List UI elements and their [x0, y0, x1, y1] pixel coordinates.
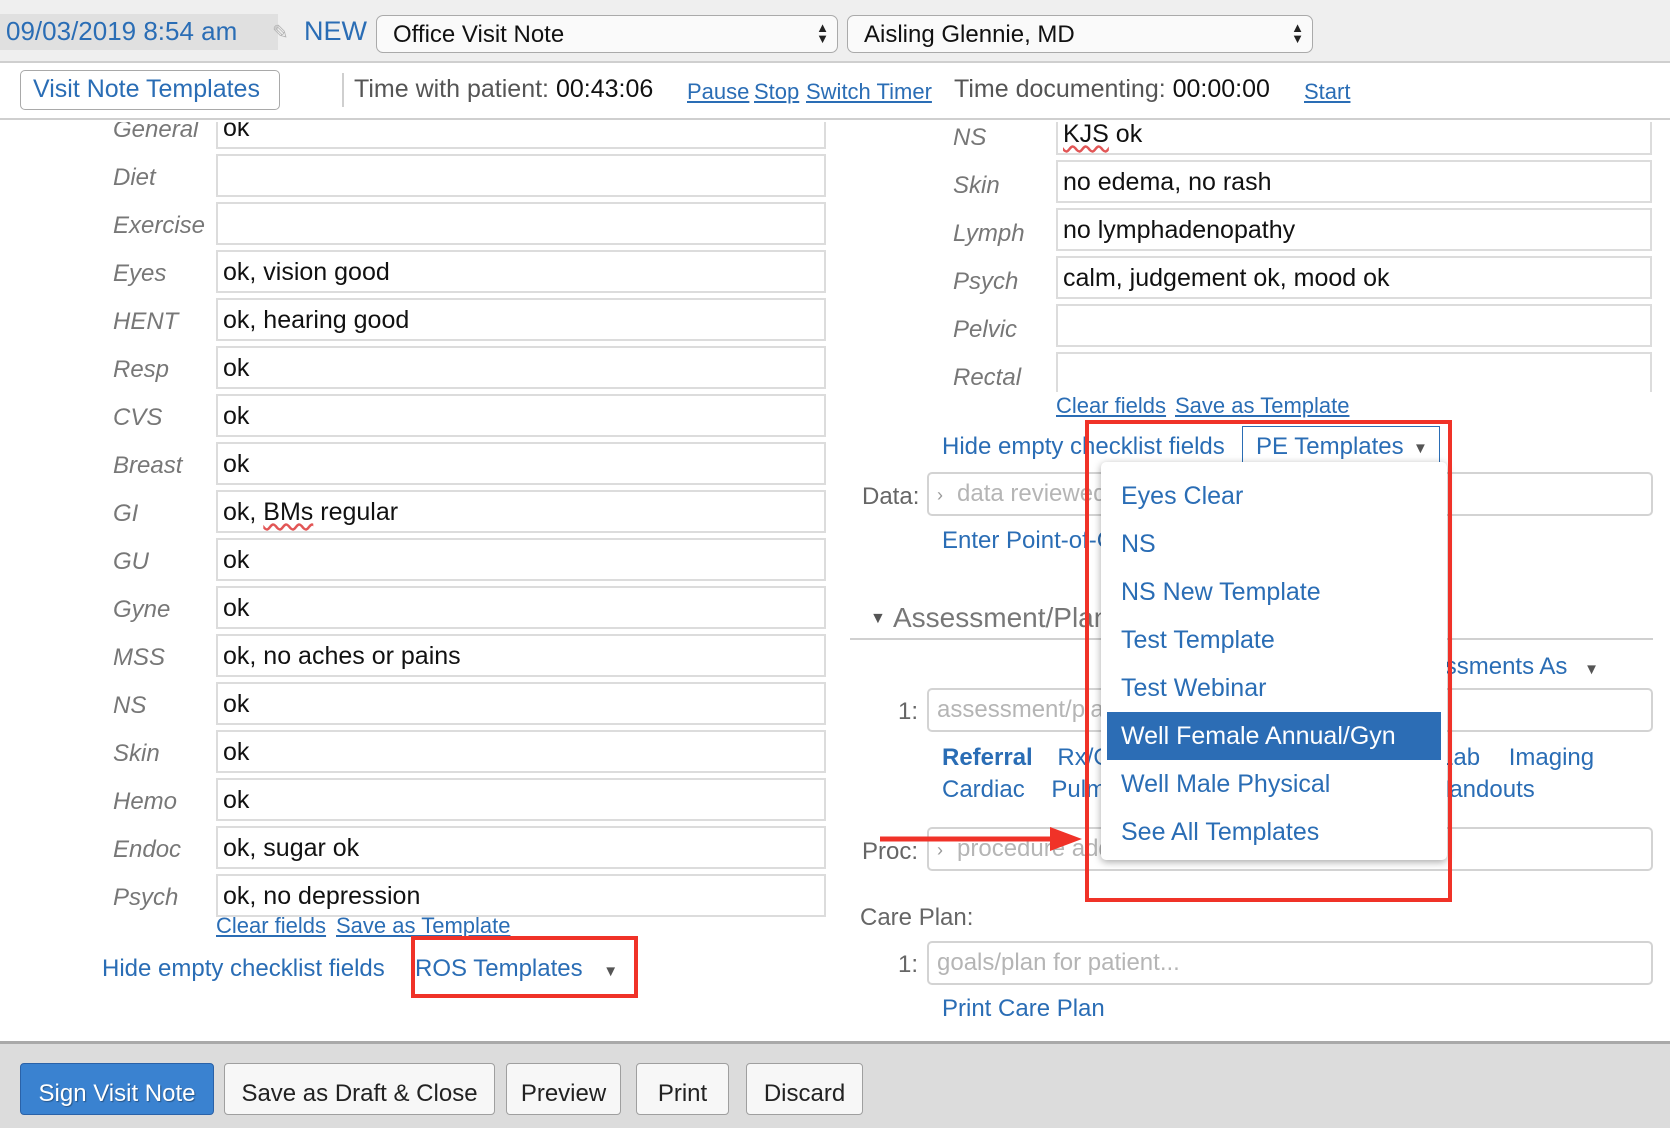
- preview-button[interactable]: Preview: [506, 1063, 621, 1115]
- time-documenting-value: 00:00:00: [1172, 75, 1270, 103]
- ros-row-label: Exercise: [113, 212, 206, 239]
- provider-value: Aisling Glennie, MD: [864, 21, 1075, 48]
- chevron-right-icon: ›: [937, 485, 943, 505]
- ros-row-label: NS: [113, 692, 147, 719]
- assessment-links-row1-right: Lab Imaging: [1440, 744, 1594, 772]
- pe-row-input[interactable]: calm, judgement ok, mood ok: [1056, 256, 1652, 299]
- ros-row-input[interactable]: ok, BMs regular: [216, 490, 826, 533]
- sign-visit-note-button[interactable]: Sign Visit Note: [20, 1063, 214, 1115]
- ros-row-input[interactable]: [216, 154, 826, 197]
- discard-button[interactable]: Discard: [746, 1063, 863, 1115]
- select-arrows-icon: ▲ ▼: [816, 20, 829, 46]
- time-with-patient: Time with patient: 00:43:06: [354, 75, 653, 104]
- assessment-row-number: 1:: [898, 698, 919, 725]
- note-type-select[interactable]: Office Visit Note ▲ ▼: [376, 15, 838, 53]
- switch-timer-link[interactable]: Switch Timer: [806, 79, 932, 105]
- time-documenting-label: Time documenting:: [954, 75, 1166, 103]
- select-arrows-icon: ▲ ▼: [1291, 20, 1304, 46]
- provider-select[interactable]: Aisling Glennie, MD ▲ ▼: [847, 15, 1313, 53]
- ros-row-label: Psych: [113, 884, 179, 911]
- ros-row-input[interactable]: ok: [216, 682, 826, 725]
- care-plan-placeholder: goals/plan for patient...: [937, 949, 1180, 976]
- ros-row-input[interactable]: ok: [216, 778, 826, 821]
- time-with-patient-value: 00:43:06: [555, 75, 654, 103]
- annotation-arrow-icon: [880, 827, 1082, 851]
- pe-row-input[interactable]: no lymphadenopathy: [1056, 208, 1652, 251]
- ros-row-label: Hemo: [113, 788, 178, 815]
- care-plan-label: Care Plan:: [860, 904, 974, 931]
- pe-row-label: Skin: [953, 172, 1000, 199]
- pe-row-input[interactable]: no edema, no rash: [1056, 160, 1652, 203]
- assessment-heading[interactable]: Assessment/Plan: [893, 602, 1109, 634]
- ros-row-label: General: [113, 122, 199, 143]
- pencil-icon[interactable]: ✎: [272, 20, 289, 45]
- ros-clear-fields-link[interactable]: Clear fields: [216, 913, 326, 939]
- cardiac-link[interactable]: Cardiac: [942, 776, 1025, 803]
- ros-row-input[interactable]: ok, hearing good: [216, 298, 826, 341]
- pe-row-label: Psych: [953, 268, 1019, 295]
- ros-row-label: Gyne: [113, 596, 171, 623]
- care-plan-input[interactable]: goals/plan for patient...: [927, 941, 1653, 985]
- ros-row-input[interactable]: ok: [216, 442, 826, 485]
- pe-templates-highlight: [1085, 420, 1452, 902]
- ros-row-input[interactable]: ok, sugar ok: [216, 826, 826, 869]
- ros-row-input[interactable]: ok: [216, 730, 826, 773]
- ros-row-label: Breast: [113, 452, 183, 479]
- ros-row-label: Diet: [113, 164, 156, 191]
- collapse-caret-icon[interactable]: ▼: [870, 610, 886, 628]
- referral-link[interactable]: Referral: [942, 744, 1033, 771]
- pe-row-input[interactable]: KJS ok: [1056, 122, 1652, 155]
- ros-row-label: Endoc: [113, 836, 182, 863]
- misspelled-word: BMs: [263, 498, 314, 526]
- ros-row-label: GI: [113, 500, 139, 527]
- time-documenting: Time documenting: 00:00:00: [954, 75, 1270, 104]
- data-label: Data:: [862, 483, 920, 510]
- print-care-plan-link[interactable]: Print Care Plan: [942, 995, 1105, 1023]
- assessment-links-row2: Cardiac Pulm: [942, 776, 1106, 804]
- time-with-patient-label: Time with patient:: [354, 75, 549, 103]
- ros-row-input[interactable]: ok, vision good: [216, 250, 826, 293]
- ros-row-input[interactable]: ok: [216, 346, 826, 389]
- ros-section: General ok Diet Exercise Eyes ok, vision good…: [0, 122, 850, 1041]
- ros-row-label: Resp: [113, 356, 170, 383]
- ros-row-input[interactable]: ok, no aches or pains: [216, 634, 826, 677]
- pe-clear-fields-link[interactable]: Clear fields: [1056, 393, 1166, 419]
- pe-row-label: Pelvic: [953, 316, 1018, 343]
- pe-row-input[interactable]: [1056, 352, 1652, 392]
- ros-row-label: GU: [113, 548, 149, 575]
- ros-row-input[interactable]: ok: [216, 394, 826, 437]
- ros-row-input[interactable]: ok: [216, 586, 826, 629]
- ros-row-label: HENT: [113, 308, 179, 335]
- pe-row-label: NS: [953, 124, 987, 151]
- note-type-value: Office Visit Note: [393, 21, 565, 48]
- divider: [342, 73, 344, 107]
- visit-note-templates-button[interactable]: Visit Note Templates: [20, 70, 280, 110]
- ros-row-label: Eyes: [113, 260, 167, 287]
- imaging-link[interactable]: Imaging: [1509, 744, 1594, 771]
- caret-down-icon: ▼: [1584, 661, 1599, 678]
- pe-row-label: Rectal: [953, 364, 1022, 391]
- ros-row-label: MSS: [113, 644, 166, 671]
- ros-hide-empty-link[interactable]: Hide empty checklist fields: [102, 955, 385, 983]
- ros-row-input[interactable]: ok: [216, 122, 826, 149]
- pe-row-label: Lymph: [953, 220, 1025, 247]
- pause-timer-link[interactable]: Pause: [687, 79, 749, 105]
- save-draft-close-button[interactable]: Save as Draft & Close: [224, 1063, 495, 1115]
- pe-save-template-link[interactable]: Save as Template: [1175, 393, 1349, 419]
- ros-row-label: CVS: [113, 404, 163, 431]
- visit-date[interactable]: 09/03/2019 8:54 am: [6, 16, 237, 47]
- ros-row-label: Skin: [113, 740, 160, 767]
- ros-row-input[interactable]: ok, no depression: [216, 874, 826, 917]
- misspelled-word: KJS: [1063, 122, 1109, 148]
- print-button[interactable]: Print: [636, 1063, 729, 1115]
- start-timer-link[interactable]: Start: [1304, 79, 1350, 105]
- care-plan-row-number: 1:: [898, 951, 919, 978]
- ros-row-input[interactable]: [216, 202, 826, 245]
- pe-row-input[interactable]: [1056, 304, 1652, 347]
- ros-row-input[interactable]: ok: [216, 538, 826, 581]
- pe-section: NS KJS ok Skin no edema, no rash Lymph no lym…: [850, 122, 1670, 392]
- ros-templates-highlight: [411, 936, 638, 998]
- stop-timer-link[interactable]: Stop: [754, 79, 799, 105]
- note-status: NEW: [304, 16, 367, 46]
